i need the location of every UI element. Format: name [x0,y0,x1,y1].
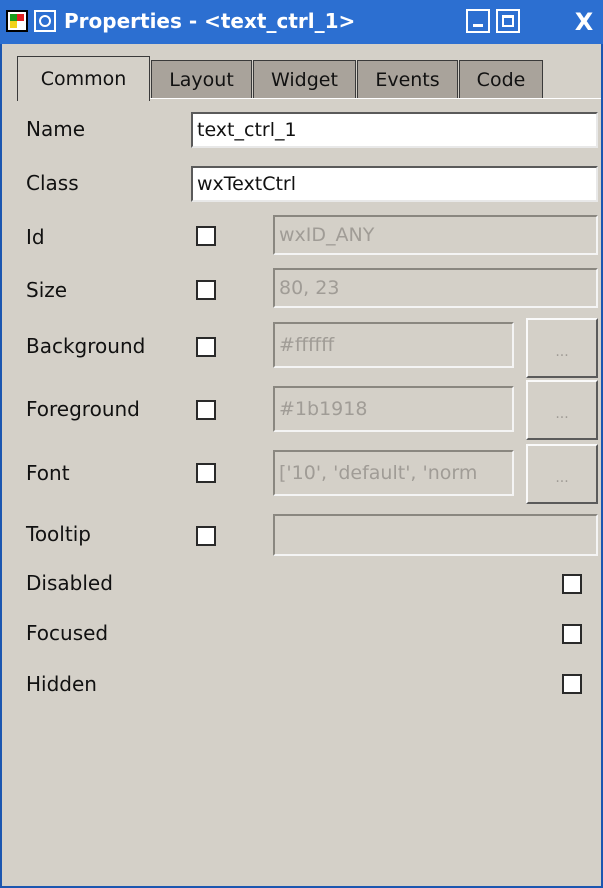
id-input[interactable]: wxID_ANY [273,215,598,255]
minimize-icon[interactable] [466,9,490,33]
font-checkbox[interactable] [196,463,216,483]
tab-layout[interactable]: Layout [151,60,252,99]
maximize-icon[interactable] [496,9,520,33]
tab-widget[interactable]: Widget [253,60,356,99]
title-bar[interactable]: Properties - <text_ctrl_1> X [0,0,603,44]
properties-window: Properties - <text_ctrl_1> X Common Layo… [0,0,603,888]
background-color-button[interactable]: ... [526,318,598,378]
id-checkbox[interactable] [196,226,216,246]
hidden-checkbox[interactable] [562,674,582,694]
disabled-checkbox[interactable] [562,574,582,594]
background-input[interactable]: #ffffff [273,322,514,368]
class-label: Class [26,171,79,195]
font-label: Font [26,461,70,485]
tab-events[interactable]: Events [357,60,458,99]
font-input[interactable]: ['10', 'default', 'norm [273,450,514,496]
foreground-color-button[interactable]: ... [526,380,598,440]
focused-label: Focused [26,621,109,645]
foreground-checkbox[interactable] [196,400,216,420]
tooltip-label: Tooltip [26,522,91,546]
size-input[interactable]: 80, 23 [273,268,598,308]
id-label: Id [26,225,45,249]
window-title: Properties - <text_ctrl_1> [64,9,356,33]
font-button[interactable]: ... [526,444,598,504]
name-label: Name [26,117,86,141]
tooltip-checkbox[interactable] [196,526,216,546]
close-icon[interactable]: X [569,7,599,37]
background-label: Background [26,334,146,358]
foreground-input[interactable]: #1b1918 [273,386,514,432]
focused-checkbox[interactable] [562,624,582,644]
class-input[interactable]: wxTextCtrl [191,166,598,202]
name-input[interactable]: text_ctrl_1 [191,112,598,148]
tooltip-input[interactable] [273,514,598,556]
app-icon [6,10,28,32]
background-checkbox[interactable] [196,337,216,357]
foreground-label: Foreground [26,397,140,421]
tab-code[interactable]: Code [459,60,543,99]
size-label: Size [26,278,68,302]
disabled-label: Disabled [26,571,113,595]
tab-common[interactable]: Common [17,56,150,101]
hidden-label: Hidden [26,672,97,696]
size-checkbox[interactable] [196,280,216,300]
window-menu-icon[interactable] [34,10,56,32]
